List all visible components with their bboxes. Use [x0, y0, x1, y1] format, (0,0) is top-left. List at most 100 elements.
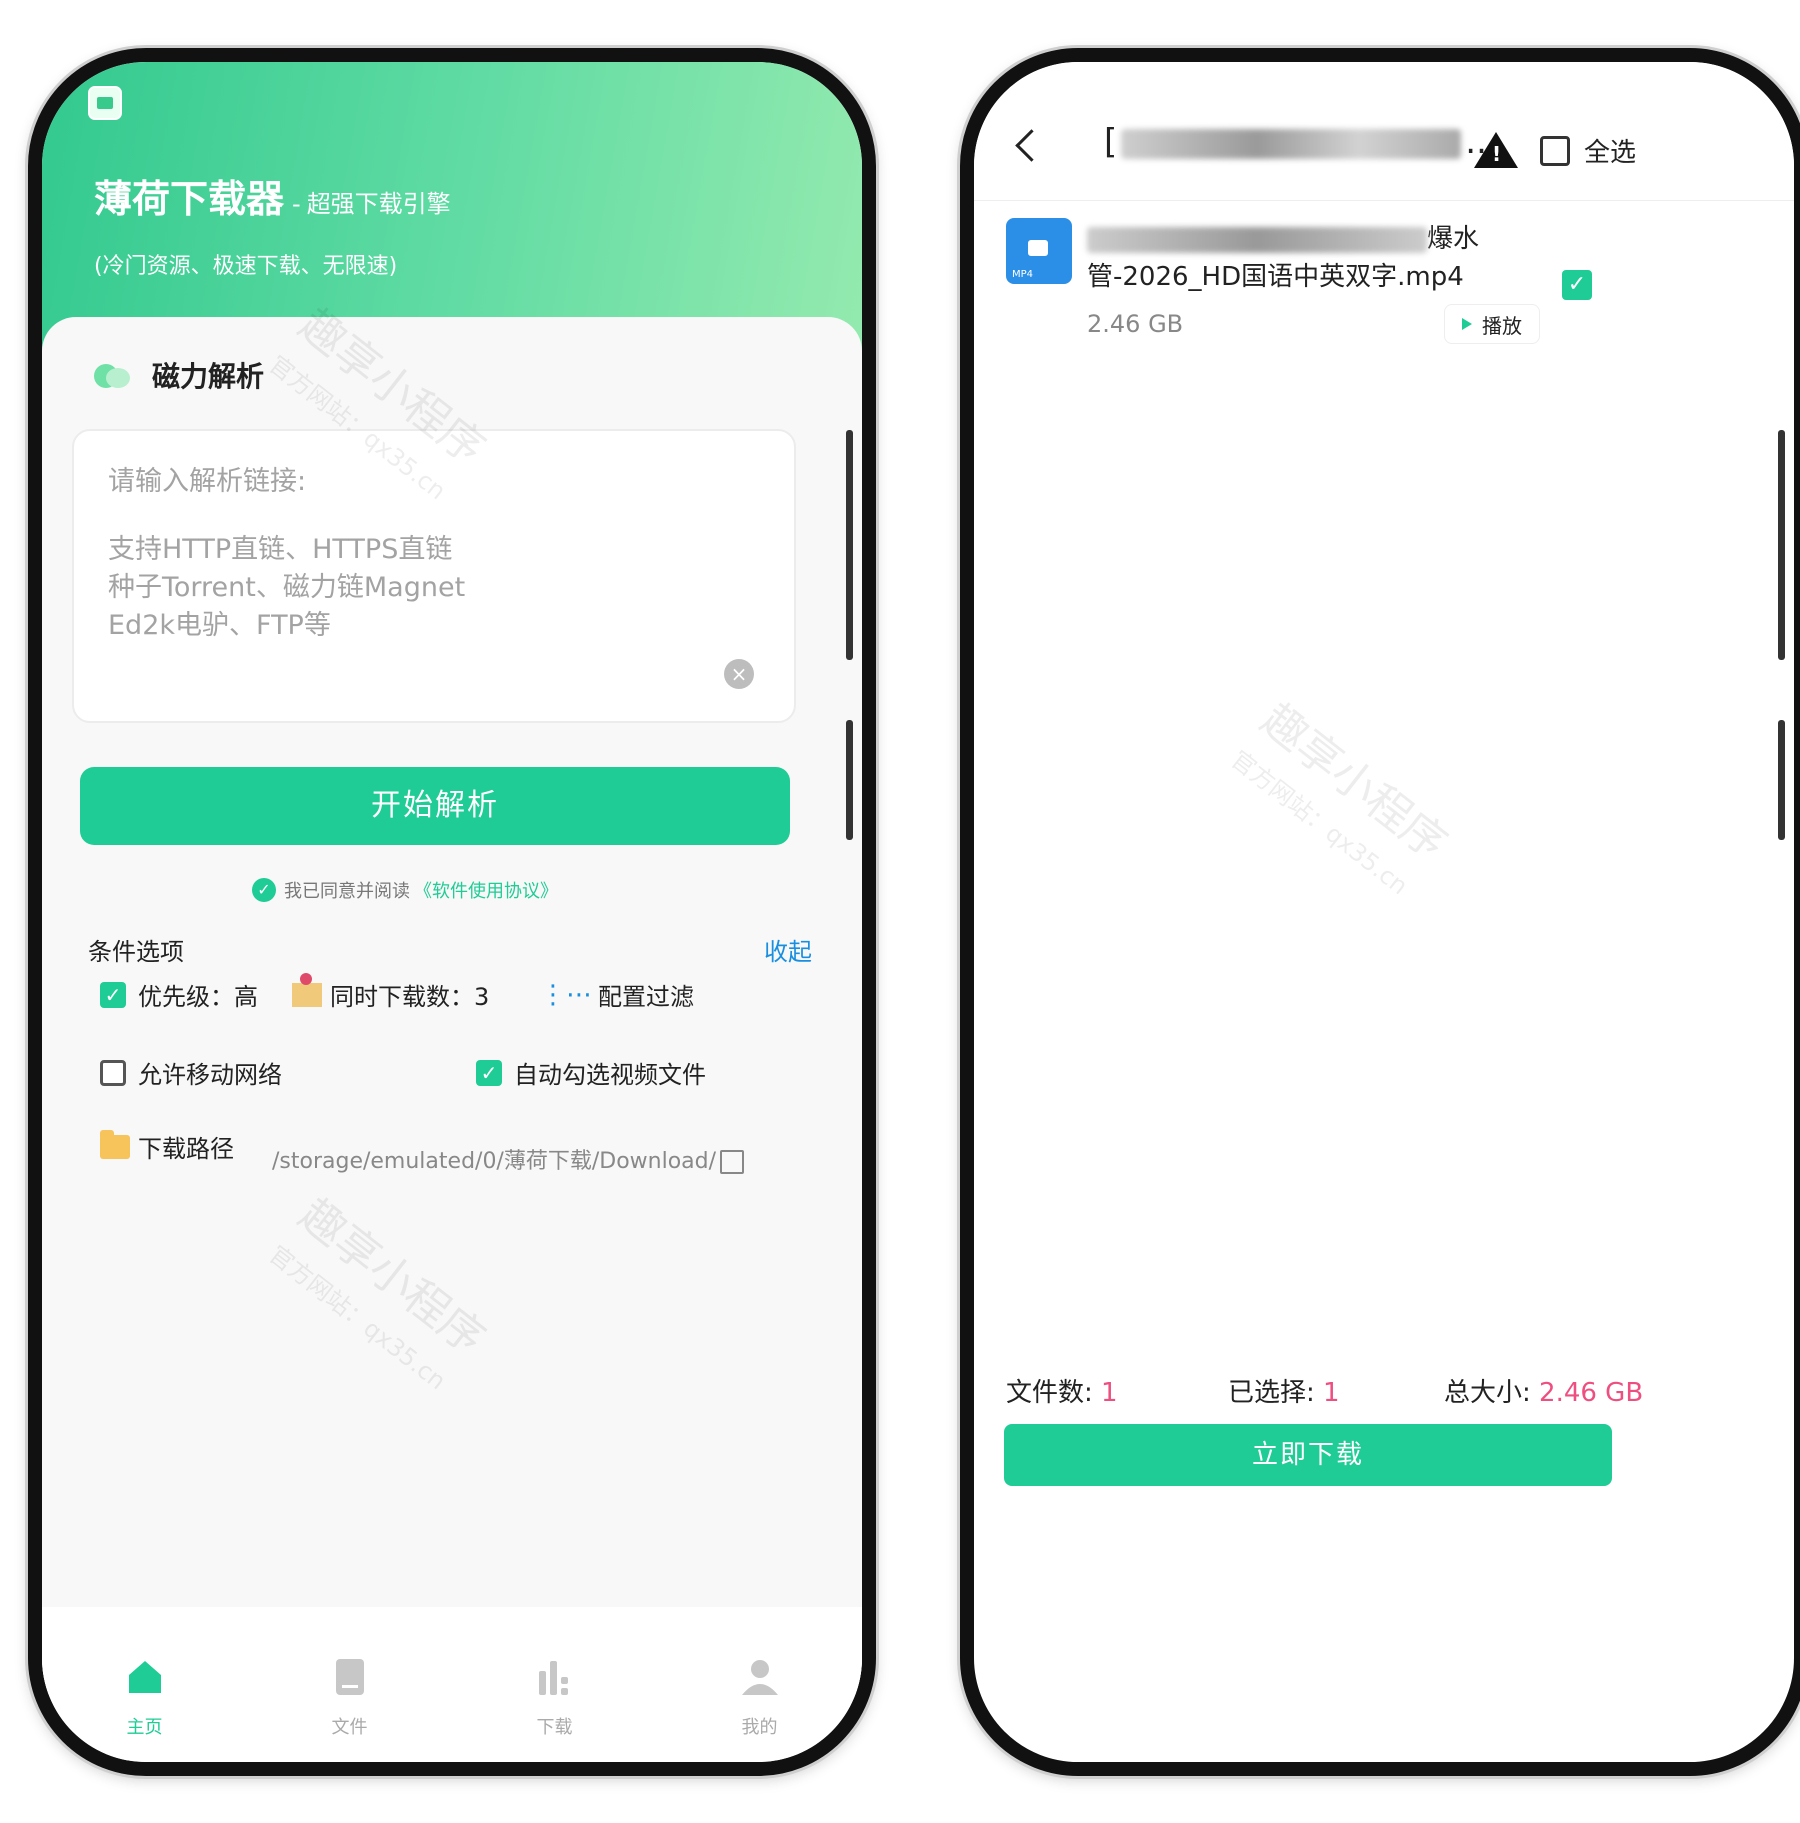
blurred-file-name — [1087, 226, 1427, 253]
watermark-line1: 趣享小程序 — [1251, 694, 1457, 870]
selected-label: 已选择: — [1228, 1378, 1315, 1408]
home-icon — [128, 1661, 161, 1693]
filter-label: 配置过滤 — [598, 983, 694, 1011]
allow-mobile-checkbox[interactable] — [100, 1059, 126, 1086]
allow-mobile-label: 允许移动网络 — [138, 1061, 282, 1089]
bottom-tab-bar: 主页 文件 下载 我的 — [42, 1607, 862, 1762]
input-placeholder-line: Ed2k电驴、FTP等 — [108, 610, 331, 641]
folder-icon — [100, 1129, 130, 1159]
allow-mobile-option[interactable]: 允许移动网络 — [100, 1055, 282, 1090]
tab-label: 下载 — [536, 1717, 573, 1738]
file-list-item[interactable]: MP4 爆水 管-2026_HD国语中英双字.mp4 2.46 GB 播放 ✓ — [974, 212, 1794, 362]
blurred-title — [1121, 128, 1462, 159]
book-icon — [335, 1659, 364, 1695]
warning-icon[interactable] — [1474, 132, 1518, 168]
watermark-line1: 趣享小程序 — [289, 1189, 495, 1365]
input-placeholder-title: 请输入解析链接: — [108, 466, 307, 497]
power-button — [1778, 720, 1785, 840]
edit-icon[interactable] — [720, 1150, 745, 1174]
path-value: /storage/emulated/0/薄荷下载/Download/ — [272, 1149, 717, 1174]
agree-check-icon[interactable]: ✓ — [252, 878, 276, 902]
tab-files[interactable]: 文件 — [247, 1607, 452, 1762]
total-size: 总大小: 2.46 GB — [1444, 1372, 1643, 1409]
volume-button — [846, 430, 853, 660]
tab-profile[interactable]: 我的 — [657, 1607, 862, 1762]
power-button — [846, 720, 853, 840]
file-size: 2.46 GB — [1087, 310, 1184, 338]
selected-value: 1 — [1323, 1378, 1340, 1408]
select-all-checkbox[interactable] — [1540, 135, 1570, 166]
start-parse-button[interactable]: 开始解析 — [80, 767, 790, 845]
file-count-label: 文件数: — [1006, 1378, 1093, 1408]
left-phone-frame: 薄荷下载器 - 超强下载引擎 (冷门资源、极速下载、无限速) 磁力解析 请输入解析链… — [28, 48, 876, 1776]
collapse-link[interactable]: 收起 — [764, 932, 812, 967]
filter-icon: ⋮⋯ — [540, 979, 592, 1010]
agreement-text: 我已同意并阅读 — [284, 881, 410, 902]
box-icon — [292, 972, 322, 1007]
auto-select-option[interactable]: ✓ 自动勾选视频文件 — [476, 1055, 706, 1090]
total-size-label: 总大小: — [1444, 1378, 1531, 1408]
section-header: 磁力解析 — [94, 355, 264, 395]
agreement-row: ✓ 我已同意并阅读 《软件使用协议》 — [252, 877, 558, 903]
priority-option[interactable]: ✓ 优先级：高 — [100, 977, 258, 1012]
play-icon — [1462, 318, 1472, 330]
title-dash: - — [292, 190, 301, 218]
tab-label: 主页 — [126, 1717, 163, 1738]
path-value-row[interactable]: /storage/emulated/0/薄荷下载/Download/ — [272, 1143, 745, 1175]
tab-label: 我的 — [741, 1717, 778, 1738]
download-path-row[interactable]: 下载路径 — [100, 1129, 234, 1164]
section-title: 磁力解析 — [152, 360, 265, 393]
priority-checkbox[interactable]: ✓ — [100, 981, 126, 1008]
app-tagline: 超强下载引擎 — [306, 190, 451, 218]
main-card: 磁力解析 请输入解析链接: 支持HTTP直链、HTTPS直链 种子Torrent… — [42, 299, 862, 1697]
bar-chart-icon — [538, 1661, 568, 1695]
path-label: 下载路径 — [138, 1135, 234, 1163]
back-icon[interactable] — [1015, 129, 1048, 162]
file-checkbox[interactable]: ✓ — [1562, 270, 1592, 300]
watermark: 趣享小程序 官方网站：qx35.cn — [263, 1180, 501, 1398]
input-placeholder-line: 种子Torrent、磁力链Magnet — [108, 572, 466, 603]
watermark: 趣享小程序 官方网站：qx35.cn — [1225, 685, 1463, 903]
agreement-link[interactable]: 《软件使用协议》 — [414, 877, 558, 903]
select-all-label: 全选 — [1584, 138, 1637, 168]
top-bar: [... 全选 — [974, 62, 1794, 201]
concurrent-label: 同时下载数：3 — [330, 983, 490, 1011]
file-name: 爆水 管-2026_HD国语中英双字.mp4 — [1087, 220, 1479, 296]
filter-option[interactable]: ⋮⋯ 配置过滤 — [540, 977, 694, 1012]
file-count-value: 1 — [1101, 1378, 1118, 1408]
summary-bar: 文件数: 1 已选择: 1 总大小: 2.46 GB — [974, 1372, 1794, 1412]
torrent-title: [... — [1104, 122, 1498, 162]
input-placeholder-line: 支持HTTP直链、HTTPS直链 — [108, 534, 453, 565]
clear-icon[interactable]: × — [724, 659, 754, 689]
app-name: 薄荷下载器 — [94, 177, 285, 221]
magnet-icon — [94, 360, 134, 390]
volume-button — [1778, 430, 1785, 660]
selected-count: 已选择: 1 — [1228, 1372, 1340, 1409]
tab-home[interactable]: 主页 — [42, 1607, 247, 1762]
play-button[interactable]: 播放 — [1444, 304, 1540, 344]
file-type-tag: MP4 — [1012, 269, 1034, 280]
video-file-icon: MP4 — [1006, 218, 1072, 284]
file-name-tail: 爆水 — [1427, 224, 1480, 254]
user-icon — [741, 1660, 778, 1695]
right-phone-frame: [... 全选 MP4 爆水 管-2026_HD国语中英双字.mp4 2.46 … — [960, 48, 1800, 1776]
options-label: 条件选项 — [88, 938, 184, 966]
app-subtitle: (冷门资源、极速下载、无限速) — [94, 254, 398, 279]
watermark-line2: 官方网站：qx35.cn — [263, 1240, 452, 1396]
file-count: 文件数: 1 — [1006, 1372, 1118, 1409]
app-badge-icon — [88, 86, 122, 120]
app-title: 薄荷下载器 - 超强下载引擎 — [94, 168, 451, 223]
concurrent-option[interactable]: 同时下载数：3 — [292, 972, 490, 1012]
play-label: 播放 — [1482, 313, 1522, 338]
select-all-toggle[interactable]: 全选 — [1540, 132, 1636, 169]
download-now-button[interactable]: 立即下载 — [1004, 1424, 1612, 1486]
title-prefix: [ — [1104, 122, 1118, 162]
priority-label: 优先级：高 — [138, 983, 258, 1011]
tab-label: 文件 — [331, 1717, 368, 1738]
file-name-line2: 管-2026_HD国语中英双字.mp4 — [1087, 262, 1464, 292]
tab-download[interactable]: 下载 — [452, 1607, 657, 1762]
link-input[interactable]: 请输入解析链接: 支持HTTP直链、HTTPS直链 种子Torrent、磁力链M… — [72, 429, 796, 723]
watermark-line2: 官方网站：qx35.cn — [1225, 745, 1414, 901]
auto-select-checkbox[interactable]: ✓ — [476, 1059, 502, 1086]
auto-select-label: 自动勾选视频文件 — [514, 1061, 706, 1089]
